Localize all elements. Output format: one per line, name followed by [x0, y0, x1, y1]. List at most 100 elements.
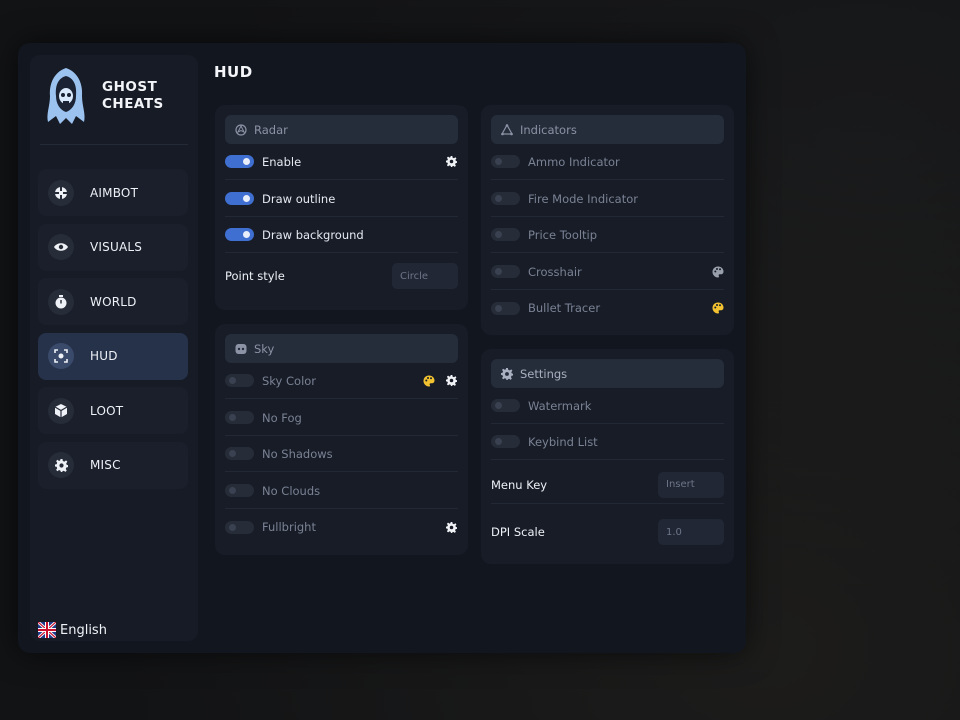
price-tooltip-label: Price Tooltip [528, 227, 598, 242]
radar-panel: Radar Enable Draw outline Draw backgroun… [215, 105, 468, 310]
radar-enable-toggle[interactable] [225, 155, 254, 168]
radar-panel-header: Radar [225, 115, 458, 144]
bullet-tracer-toggle[interactable] [491, 301, 520, 315]
gear-icon [501, 367, 513, 380]
sidebar-item-aimbot[interactable]: AIMBOT [38, 169, 188, 216]
palette-icon[interactable] [422, 374, 435, 387]
fire-mode-indicator-toggle[interactable] [491, 192, 520, 205]
watermark-label: Watermark [528, 398, 592, 413]
keybind-list-label: Keybind List [528, 434, 598, 449]
draw-background-label: Draw background [262, 227, 364, 242]
uk-flag-icon [38, 622, 56, 638]
radar-draw-outline-row: Draw outline [225, 181, 458, 217]
sidebar-item-label: WORLD [90, 294, 137, 309]
indicators-panel-header: Indicators [491, 115, 724, 144]
gear-icon[interactable] [445, 521, 458, 534]
price-tooltip-toggle[interactable] [491, 228, 520, 241]
no-clouds-row: No Clouds [225, 473, 458, 509]
no-fog-label: No Fog [262, 410, 302, 425]
radar-icon [235, 123, 247, 136]
sky-icon [235, 343, 247, 354]
no-fog-row: No Fog [225, 400, 458, 436]
bullet-tracer-label: Bullet Tracer [528, 301, 601, 315]
crosshair-row: Crosshair [491, 254, 724, 290]
draw-outline-toggle[interactable] [225, 192, 254, 205]
language-selector[interactable]: English [38, 622, 107, 638]
keybind-list-toggle[interactable] [491, 435, 520, 448]
settings-panel-header: Settings [491, 359, 724, 388]
sky-color-row: Sky Color [225, 363, 458, 399]
sidebar: GHOST CHEATS AIMBOT VISUALS WORLD HUD LO… [30, 55, 198, 641]
sidebar-item-hud[interactable]: HUD [38, 332, 188, 380]
watermark-toggle[interactable] [491, 399, 520, 412]
ammo-indicator-label: Ammo Indicator [528, 154, 620, 169]
crosshair-icon [48, 179, 74, 206]
crosshair-label: Crosshair [528, 264, 582, 279]
gear-icon[interactable] [445, 155, 458, 168]
ammo-indicator-toggle[interactable] [491, 155, 520, 168]
sidebar-item-visuals[interactable]: VISUALS [38, 223, 188, 271]
no-fog-toggle[interactable] [225, 411, 254, 424]
language-label: English [60, 622, 107, 638]
stopwatch-icon [48, 288, 74, 315]
crosshair-toggle[interactable] [491, 265, 520, 278]
radar-panel-title: Radar [254, 122, 288, 137]
ammo-indicator-row: Ammo Indicator [491, 144, 724, 180]
indicators-panel: Indicators Ammo Indicator Fire Mode Indi… [481, 105, 734, 335]
sky-color-label: Sky Color [262, 373, 317, 388]
no-shadows-row: No Shadows [225, 436, 458, 472]
palette-icon[interactable] [711, 302, 724, 315]
bullet-tracer-row: Bullet Tracer [491, 290, 724, 326]
draw-background-toggle[interactable] [225, 228, 254, 241]
sidebar-item-loot[interactable]: LOOT [38, 387, 188, 434]
watermark-row: Watermark [491, 388, 724, 424]
menu-key-row: Menu Key Insert [491, 466, 724, 504]
settings-panel: Settings Watermark Keybind List Menu Key… [481, 349, 734, 564]
radar-point-style-row: Point style Circle [225, 258, 458, 294]
hud-icon [48, 343, 74, 369]
gear-icon[interactable] [445, 374, 458, 387]
indicators-panel-title: Indicators [520, 122, 577, 137]
sky-panel: Sky Sky Color No Fog No Shadows No Cloud… [215, 324, 468, 555]
fire-mode-indicator-row: Fire Mode Indicator [491, 181, 724, 217]
sidebar-item-label: HUD [90, 349, 118, 363]
menu-key-input[interactable]: Insert [658, 471, 724, 498]
no-shadows-toggle[interactable] [225, 447, 254, 460]
point-style-label: Point style [225, 269, 285, 283]
eye-icon [48, 234, 74, 260]
indicators-icon [501, 123, 513, 135]
gear-icon [48, 452, 74, 478]
no-clouds-label: No Clouds [262, 483, 321, 498]
logo: GHOST CHEATS [44, 63, 189, 129]
price-tooltip-row: Price Tooltip [491, 217, 724, 253]
sidebar-nav: AIMBOT VISUALS WORLD HUD LOOT MISC [38, 169, 188, 496]
sidebar-item-label: LOOT [90, 403, 124, 418]
sidebar-item-label: AIMBOT [90, 185, 139, 200]
radar-enable-row: Enable [225, 144, 458, 180]
fullbright-label: Fullbright [262, 520, 316, 534]
sidebar-item-world[interactable]: WORLD [38, 278, 188, 325]
draw-outline-label: Draw outline [262, 191, 336, 206]
logo-line-2: CHEATS [102, 96, 164, 112]
dpi-scale-row: DPI Scale 1.0 [491, 513, 724, 551]
sky-color-toggle[interactable] [225, 374, 254, 387]
fullbright-toggle[interactable] [225, 520, 254, 534]
point-style-select[interactable]: Circle [392, 263, 458, 289]
sidebar-item-label: MISC [90, 458, 121, 472]
settings-panel-title: Settings [520, 366, 568, 381]
sidebar-item-label: VISUALS [90, 240, 143, 254]
hooded-skull-logo-icon [47, 68, 85, 124]
palette-icon[interactable] [711, 265, 724, 278]
dpi-scale-input[interactable]: 1.0 [658, 519, 724, 545]
radar-enable-label: Enable [262, 154, 302, 169]
cheat-menu-window: GHOST CHEATS AIMBOT VISUALS WORLD HUD LO… [18, 43, 746, 653]
fire-mode-indicator-label: Fire Mode Indicator [528, 191, 638, 206]
fullbright-row: Fullbright [225, 509, 458, 545]
menu-key-label: Menu Key [491, 477, 548, 492]
no-clouds-toggle[interactable] [225, 484, 254, 497]
sidebar-item-misc[interactable]: MISC [38, 441, 188, 489]
logo-line-1: GHOST [102, 79, 158, 95]
dpi-scale-label: DPI Scale [491, 525, 545, 539]
box-icon [48, 397, 74, 424]
logo-text: GHOST CHEATS [102, 79, 164, 113]
